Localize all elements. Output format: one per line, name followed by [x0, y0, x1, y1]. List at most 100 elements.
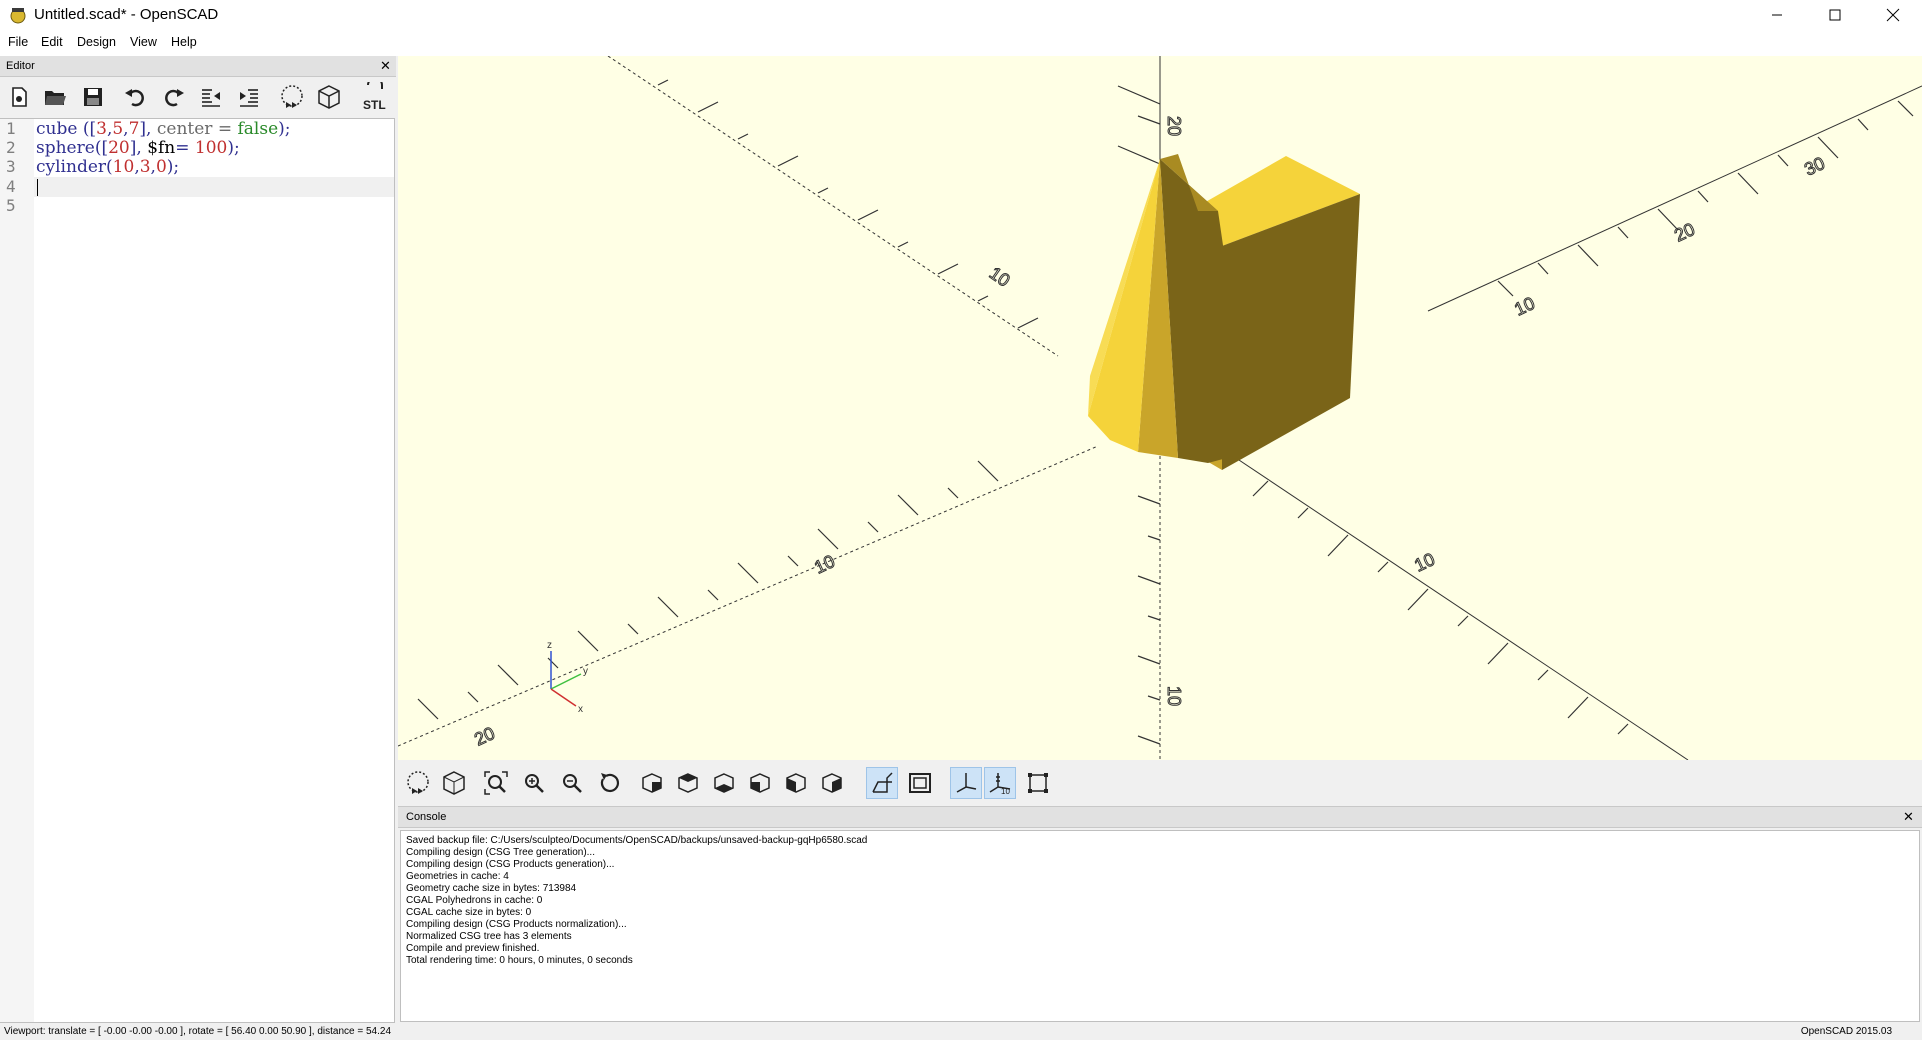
zoom-out-icon[interactable] — [556, 767, 588, 799]
gizmo-x-label: x — [578, 704, 583, 715]
code-line-3[interactable]: cylinder(10,3,0); — [36, 157, 179, 177]
scale-label: 20 — [1671, 219, 1698, 246]
console-line: Geometry cache size in bytes: 713984 — [406, 883, 577, 894]
3d-viewport[interactable]: 10 20 30 10 20 10 20 10 10 20 — [398, 56, 1922, 760]
line-number: 1 — [6, 119, 16, 138]
preview-icon[interactable] — [277, 82, 307, 112]
console-line: CGAL Polyhedrons in cache: 0 — [406, 895, 543, 906]
axis-gizmo: z y x — [547, 640, 588, 715]
console-line: Compiling design (CSG Tree generation)..… — [406, 847, 595, 858]
view-front-icon[interactable] — [780, 767, 812, 799]
open-file-icon[interactable] — [40, 82, 70, 112]
console-title: Console — [406, 811, 447, 823]
minimize-icon — [1772, 14, 1782, 16]
gizmo-z-label: z — [547, 640, 552, 651]
line-number: 3 — [6, 157, 16, 176]
render-icon[interactable] — [438, 767, 470, 799]
console-line: Normalized CSG tree has 3 elements — [406, 931, 572, 942]
zoom-in-icon[interactable] — [518, 767, 550, 799]
gizmo-y-label: y — [583, 666, 588, 677]
editor-title: Editor — [6, 60, 35, 72]
render-icon[interactable] — [314, 82, 344, 112]
view-right-icon[interactable] — [636, 767, 668, 799]
window-title: Untitled.scad* - OpenSCAD — [34, 6, 219, 23]
y-axis-positive — [1217, 445, 1689, 760]
console-line: Saved backup file: C:/Users/sculpteo/Doc… — [406, 835, 868, 846]
view-top-icon[interactable] — [672, 767, 704, 799]
current-line-highlight — [34, 177, 394, 197]
console-line: Geometries in cache: 4 — [406, 871, 509, 882]
view-bottom-icon[interactable] — [708, 767, 740, 799]
maximize-button[interactable] — [1806, 0, 1864, 30]
console-line: Total rendering time: 0 hours, 0 minutes… — [406, 955, 633, 966]
openscad-app-icon — [10, 8, 26, 24]
menu-edit[interactable]: Edit — [41, 35, 63, 49]
viewport-status: Viewport: translate = [ -0.00 -0.00 -0.0… — [4, 1026, 392, 1037]
save-icon[interactable] — [78, 82, 108, 112]
line-number: 2 — [6, 138, 16, 157]
title-bar: Untitled.scad* - OpenSCAD — [0, 0, 1922, 30]
menu-help[interactable]: Help — [171, 35, 197, 49]
console-output: Saved backup file: C:/Users/sculpteo/Doc… — [400, 830, 1920, 1022]
scale-label: 10 — [1511, 293, 1538, 320]
redo-icon[interactable] — [158, 82, 188, 112]
y-axis-negative — [607, 56, 1059, 357]
menu-file[interactable]: File — [8, 35, 28, 49]
status-bar: Viewport: translate = [ -0.00 -0.00 -0.0… — [0, 1024, 1922, 1040]
view-all-icon[interactable] — [480, 767, 512, 799]
show-scale-markers-icon[interactable]: 10 — [984, 767, 1016, 799]
orthogonal-icon[interactable] — [904, 767, 936, 799]
indent-icon[interactable] — [234, 82, 264, 112]
export-stl-icon[interactable]: STL — [360, 82, 390, 112]
view-left-icon[interactable] — [744, 767, 776, 799]
editor-header: Editor ✕ — [0, 56, 396, 77]
scale-label: 20 — [1164, 116, 1184, 136]
console-line: CGAL cache size in bytes: 0 — [406, 907, 532, 918]
console-line: Compiling design (CSG Products generatio… — [406, 859, 615, 870]
scale-label: 20 — [471, 723, 498, 750]
editor-panel: Editor ✕ STL 1 2 3 4 5 cube ([3,5,7], ce… — [0, 56, 396, 1024]
code-line-1[interactable]: cube ([3,5,7], center = false); — [36, 119, 291, 139]
console-header: Console ✕ — [398, 806, 1922, 828]
view-toolbar: 10 — [398, 760, 1922, 806]
console-line: Compiling design (CSG Products normaliza… — [406, 919, 627, 930]
scale-label: 10 — [986, 263, 1014, 291]
show-edges-icon[interactable] — [1022, 767, 1054, 799]
code-line-2[interactable]: sphere([20], $fn= 100); — [36, 138, 240, 158]
minimize-button[interactable] — [1748, 0, 1806, 30]
close-window-button[interactable] — [1864, 0, 1922, 30]
close-editor-icon[interactable]: ✕ — [380, 59, 391, 72]
scale-label: 10 — [811, 551, 838, 578]
code-editor[interactable]: 1 2 3 4 5 cube ([3,5,7], center = false)… — [0, 118, 395, 1023]
x-axis-negative — [398, 445, 1099, 747]
view-back-icon[interactable] — [816, 767, 848, 799]
scale-label: 10 — [1164, 686, 1184, 706]
stl-label: STL — [363, 98, 386, 112]
version-label: OpenSCAD 2015.03 — [1800, 1026, 1892, 1037]
unindent-icon[interactable] — [196, 82, 226, 112]
console-line: Compile and preview finished. — [406, 943, 540, 954]
scale-label: 10 — [1411, 549, 1438, 576]
viewport-canvas: 10 20 30 10 20 10 20 10 10 20 — [398, 56, 1922, 760]
x-axis-positive — [1427, 85, 1922, 312]
3d-model — [1088, 154, 1360, 470]
svg-text:10: 10 — [1001, 787, 1010, 795]
text-caret — [37, 179, 38, 196]
maximize-icon — [1829, 9, 1841, 21]
menu-bar: File Edit Design View Help — [0, 30, 1922, 56]
line-number: 5 — [6, 196, 16, 215]
show-axes-icon[interactable] — [950, 767, 982, 799]
perspective-icon[interactable] — [866, 767, 898, 799]
line-number-gutter: 1 2 3 4 5 — [0, 119, 34, 1022]
undo-icon[interactable] — [121, 82, 151, 112]
line-number: 4 — [6, 177, 16, 196]
reset-view-icon[interactable] — [594, 767, 626, 799]
menu-design[interactable]: Design — [77, 35, 116, 49]
close-icon — [1886, 8, 1900, 22]
preview-icon[interactable] — [402, 767, 434, 799]
scale-label: 30 — [1801, 153, 1828, 180]
menu-view[interactable]: View — [130, 35, 157, 49]
new-file-icon[interactable] — [4, 82, 34, 112]
close-console-icon[interactable]: ✕ — [1903, 810, 1914, 823]
editor-toolbar: STL — [0, 77, 396, 117]
